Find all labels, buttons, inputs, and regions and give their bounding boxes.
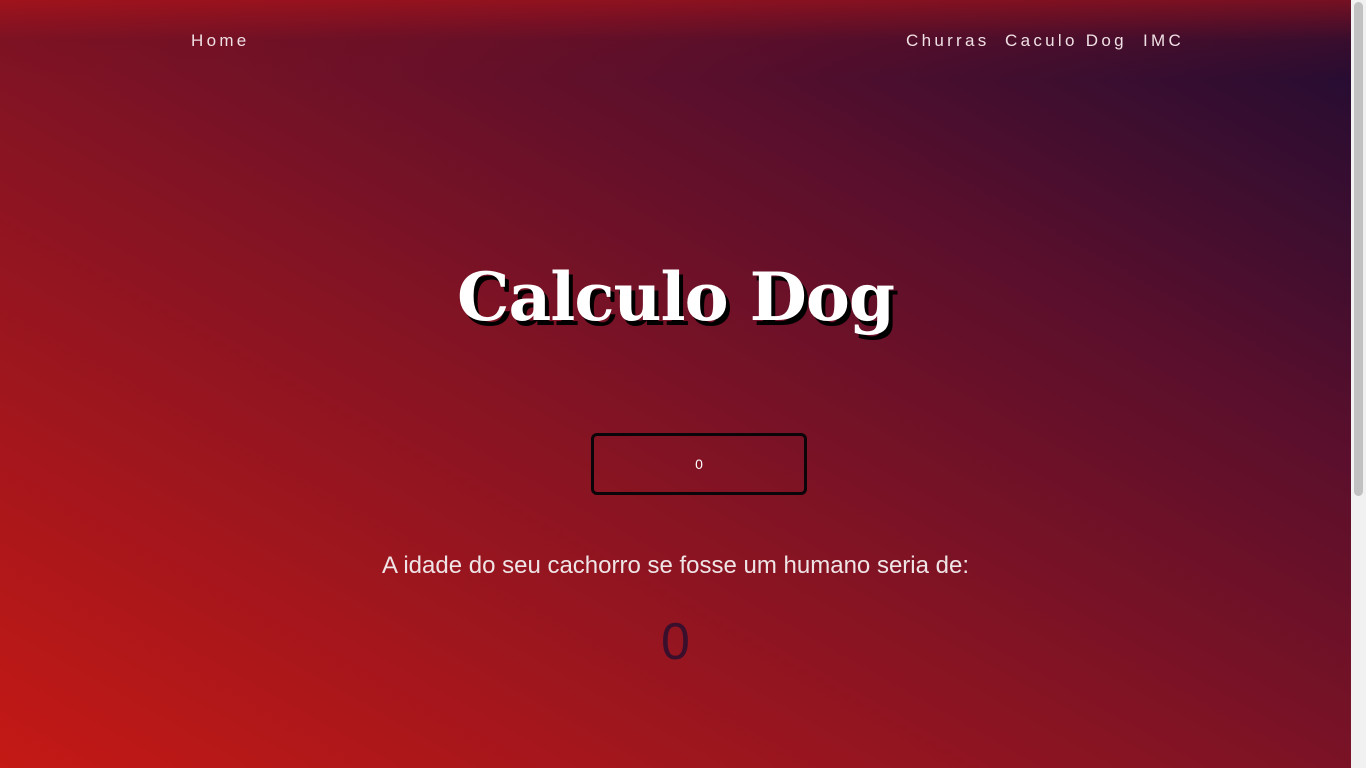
page-title: Calculo Dog — [456, 258, 895, 336]
nav-link-churras[interactable]: Churras — [906, 31, 990, 51]
result-label: A idade do seu cachorro se fosse um huma… — [381, 552, 969, 579]
page-scrollbar[interactable] — [1351, 0, 1366, 768]
scrollbar-thumb[interactable] — [1354, 2, 1363, 496]
nav-link-caculo-dog[interactable]: Caculo Dog — [1005, 31, 1127, 51]
dog-age-input[interactable] — [591, 433, 807, 495]
nav-link-imc[interactable]: IMC — [1143, 31, 1184, 51]
result-value: 0 — [661, 613, 690, 671]
nav-link-home[interactable]: Home — [191, 31, 250, 51]
top-navbar: Home Churras Caculo Dog IMC — [0, 0, 1351, 80]
